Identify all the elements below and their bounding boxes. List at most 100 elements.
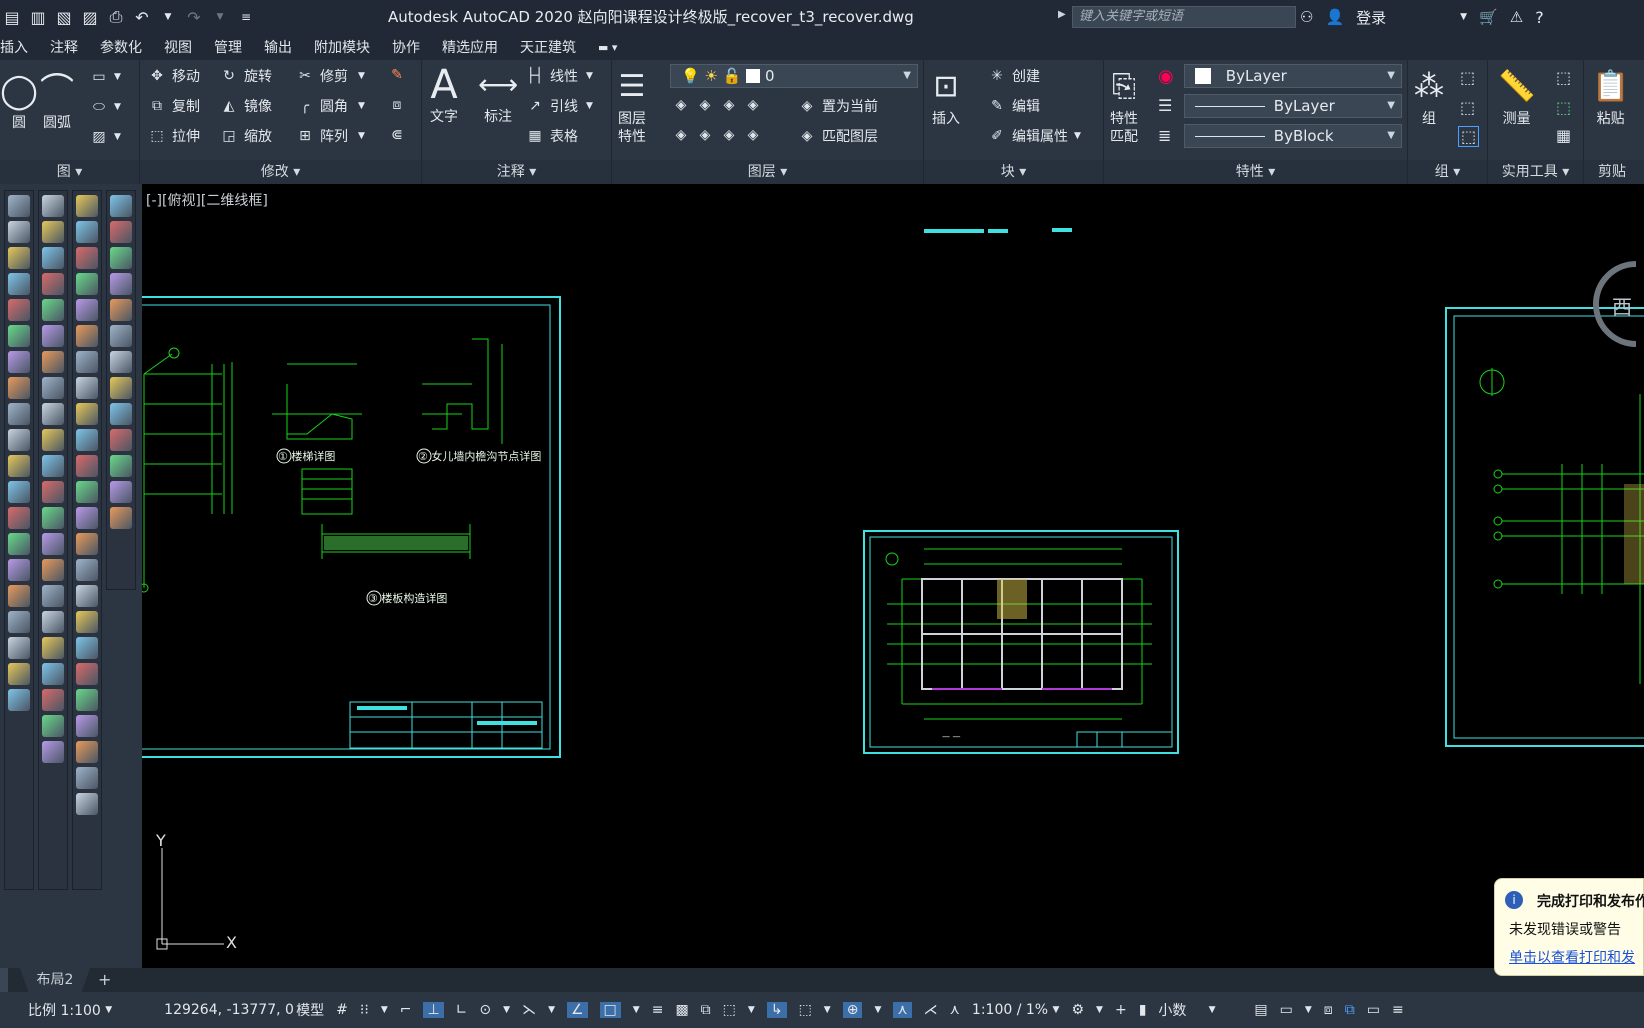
tangent-tool-icon[interactable] (42, 299, 64, 321)
tangent-tool-icon[interactable] (42, 507, 64, 529)
ribbon-toggle-icon[interactable]: ▬ ▾ (598, 41, 617, 54)
tangent-tool-icon[interactable] (76, 715, 98, 737)
tab-parametric[interactable]: 参数化 (100, 37, 142, 57)
properties-panel-title[interactable]: 特性 ▾ (1104, 160, 1407, 184)
isolate-objects-icon[interactable]: ⧈ (1324, 1002, 1333, 1018)
tab-layout2[interactable]: 布局2 (20, 968, 90, 992)
tangent-tool-icon[interactable] (8, 429, 30, 451)
tangent-tool-icon[interactable] (8, 195, 30, 217)
polar-tracking-icon[interactable]: ⊙ (479, 1002, 491, 1018)
model-space-button[interactable]: 模型 (296, 1000, 324, 1020)
tangent-tool-icon[interactable] (8, 585, 30, 607)
tangent-tool-icon[interactable] (42, 611, 64, 633)
tangent-tool-icon[interactable] (110, 403, 132, 425)
tangent-tool-icon[interactable] (8, 663, 30, 685)
tangent-tool-icon[interactable] (8, 221, 30, 243)
tangent-tool-icon[interactable] (76, 403, 98, 425)
tangent-tool-icon[interactable] (76, 273, 98, 295)
tangent-tool-icon[interactable] (8, 689, 30, 711)
tangent-tool-icon[interactable] (76, 611, 98, 633)
tab-tangent[interactable]: 天正建筑 (520, 37, 576, 57)
tangent-tool-icon[interactable] (110, 273, 132, 295)
tangent-tool-icon[interactable] (76, 455, 98, 477)
measure-tool[interactable]: 📏 测量 (1498, 64, 1535, 128)
viewcube-west-label[interactable]: 西 (1612, 295, 1632, 319)
ungroup-icon[interactable]: ⬚ (1460, 68, 1475, 87)
clipboard-panel-title[interactable]: 剪贴 (1584, 160, 1644, 184)
tangent-tool-icon[interactable] (76, 377, 98, 399)
hardware-accel-icon[interactable]: ⧉ (1345, 1002, 1355, 1018)
auto-scale-icon[interactable]: ⋌ (924, 1002, 938, 1018)
fillet-button[interactable]: ╭ 圆角 ▼ (296, 96, 365, 116)
tangent-tool-icon[interactable] (110, 377, 132, 399)
tangent-tool-icon[interactable] (76, 663, 98, 685)
tangent-tool-icon[interactable] (110, 195, 132, 217)
units-icon[interactable]: ▮ (1139, 1002, 1147, 1018)
lock-ui-dropdown-icon[interactable]: ▼ (1305, 1005, 1312, 1015)
linetype-dropdown[interactable]: ByLayer ▼ (1184, 94, 1402, 118)
infer-constraints-icon[interactable]: ⌐ (400, 1002, 412, 1018)
tangent-tool-icon[interactable] (8, 351, 30, 373)
tangent-tool-icon[interactable] (110, 247, 132, 269)
export-icon[interactable]: ▨ (80, 7, 100, 27)
tab-annotate[interactable]: 注释 (50, 37, 78, 57)
layer-properties-tool[interactable]: ☰ 图层 特性 (618, 64, 646, 146)
redo-dropdown-icon[interactable]: ▼ (210, 7, 230, 27)
tangent-tool-icon[interactable] (42, 247, 64, 269)
workspace-dropdown-icon[interactable]: ▼ (1096, 1005, 1103, 1015)
open-file-icon[interactable]: ▧ (54, 7, 74, 27)
tangent-tool-icon[interactable] (8, 377, 30, 399)
tab-output[interactable]: 输出 (264, 37, 292, 57)
create-block-button[interactable]: ✳ 创建 (988, 66, 1040, 86)
selection-cycling-icon[interactable]: ⧉ (701, 1002, 711, 1018)
rotate-button[interactable]: ↻ 旋转 (220, 66, 272, 86)
tangent-tool-icon[interactable] (8, 455, 30, 477)
leader-button[interactable]: ↗ 引线 ▼ (526, 96, 593, 116)
layer-tools-row1[interactable]: ◈ ◈ ◈ ◈ (672, 96, 768, 114)
text-tool[interactable]: A 文字 (430, 62, 458, 126)
tab-view[interactable]: 视图 (164, 37, 192, 57)
draw-panel-title[interactable]: 图 ▾ (0, 160, 139, 184)
lineweight-dropdown[interactable]: ByBlock ▼ (1184, 124, 1402, 148)
3d-osnap-dropdown-icon[interactable]: ▼ (748, 1005, 755, 1015)
tangent-tool-icon[interactable] (42, 689, 64, 711)
layer-tools-row2[interactable]: ◈ ◈ ◈ ◈ (672, 126, 768, 144)
tangent-tool-icon[interactable] (42, 481, 64, 503)
transparency-icon[interactable]: ▩ (675, 1002, 688, 1018)
annotation-panel-title[interactable]: 注释 ▾ (422, 160, 611, 184)
move-button[interactable]: ✥ 移动 (148, 66, 200, 86)
tangent-tool-icon[interactable] (42, 533, 64, 555)
tab-insert[interactable]: 插入 (0, 37, 28, 57)
tangent-tool-icon[interactable] (110, 299, 132, 321)
tangent-tool-icon[interactable] (42, 429, 64, 451)
login-dropdown-icon[interactable]: ▼ (1460, 12, 1467, 22)
paste-tool[interactable]: 📋 粘贴 (1592, 64, 1629, 128)
tangent-tool-icon[interactable] (110, 507, 132, 529)
drawing-sheet-floor-plan[interactable]: — — (863, 530, 1179, 754)
tangent-tool-icon[interactable] (42, 455, 64, 477)
tangent-tool-icon[interactable] (42, 715, 64, 737)
tab-manage[interactable]: 管理 (214, 37, 242, 57)
annotation-scale-icon[interactable]: ⋏ (950, 1002, 960, 1018)
rectangle-tool[interactable]: ▭ ▼ (90, 68, 121, 86)
tangent-tool-icon[interactable] (76, 325, 98, 347)
tangent-tool-icon[interactable] (110, 221, 132, 243)
tangent-tool-icon[interactable] (76, 793, 98, 815)
scale-button[interactable]: ◲ 缩放 (220, 126, 272, 146)
annotation-scale-dropdown[interactable]: 1:100 / 1% ▼ (972, 1002, 1060, 1018)
quick-properties-icon[interactable]: ▤ (1254, 1002, 1267, 1018)
tangent-tool-icon[interactable] (76, 637, 98, 659)
tangent-tool-icon[interactable] (42, 403, 64, 425)
drawing-canvas[interactable]: [-][俯视][二维线框] ① 楼梯详图 ② 女儿墙内檐沟节点详图 ③ 楼板构造… (142, 184, 1644, 968)
gizmo-icon[interactable]: ⊕ (842, 1002, 863, 1018)
object-snap-dropdown-icon[interactable]: ▼ (633, 1005, 640, 1015)
group-panel-title[interactable]: 组 ▾ (1408, 160, 1487, 184)
tangent-tool-icon[interactable] (76, 689, 98, 711)
save-as-icon[interactable]: ▥ (28, 7, 48, 27)
tangent-tool-icon[interactable] (8, 273, 30, 295)
edit-block-button[interactable]: ✎ 编辑 (988, 96, 1040, 116)
grid-icon[interactable]: # (336, 1002, 348, 1018)
tab-addins[interactable]: 附加模块 (314, 37, 370, 57)
polar-dropdown-icon[interactable]: ▼ (503, 1005, 510, 1015)
tangent-tool-icon[interactable] (76, 195, 98, 217)
